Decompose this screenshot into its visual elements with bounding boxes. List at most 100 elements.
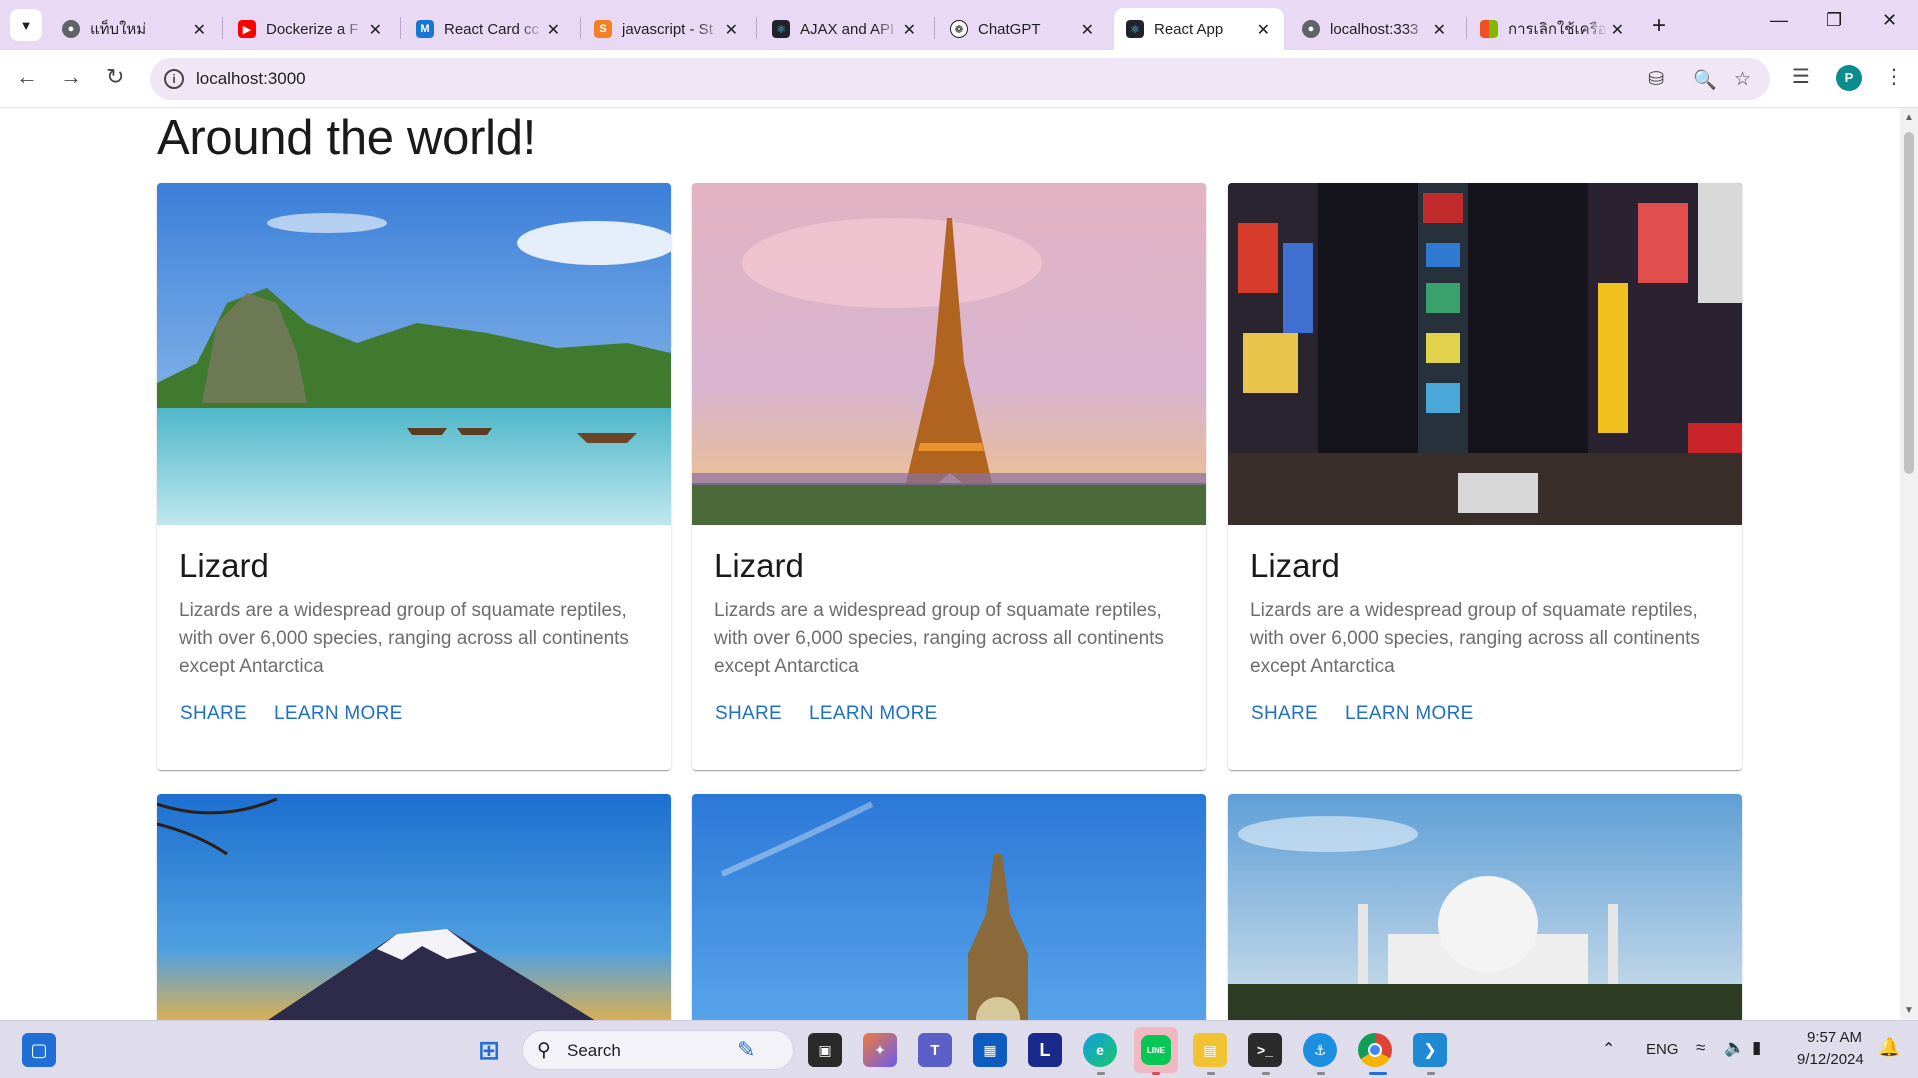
tab-chatgpt[interactable]: ❁ ChatGPT ✕ — [938, 8, 1108, 50]
line-app-button[interactable]: LINE — [1134, 1027, 1178, 1073]
minimize-icon[interactable]: — — [1770, 10, 1788, 31]
card-image-times-square — [1228, 183, 1742, 525]
share-button[interactable]: SHARE — [180, 703, 247, 725]
tab-javascript[interactable]: S javascript - St ✕ — [582, 8, 752, 50]
tab-react-app[interactable]: ⚛ React App ✕ — [1114, 8, 1284, 50]
card-taj-mahal — [1228, 794, 1742, 1020]
l-app-icon[interactable]: L — [1028, 1033, 1062, 1067]
tab-label: แท็บใหม่ — [90, 21, 147, 38]
scroll-up-icon[interactable]: ▲ — [1904, 112, 1914, 123]
more-menu-icon[interactable]: ⋮ — [1884, 64, 1904, 89]
close-icon[interactable]: ✕ — [1611, 20, 1624, 40]
tab-label: React App — [1154, 20, 1224, 38]
task-view-icon[interactable]: ▣ — [808, 1033, 842, 1067]
tab-dockerize[interactable]: ▶ Dockerize a F ✕ — [226, 8, 396, 50]
back-icon[interactable]: ← — [16, 64, 38, 90]
profile-avatar[interactable]: P — [1836, 65, 1862, 91]
address-bar[interactable]: i localhost:3000 ⛁ 🔍 ☆ — [150, 58, 1770, 100]
widgets-icon[interactable]: ▢ — [22, 1033, 56, 1067]
scroll-thumb[interactable] — [1904, 132, 1914, 474]
zoom-icon[interactable]: 🔍 — [1693, 68, 1717, 92]
windows-start-icon[interactable]: ⊞ — [472, 1033, 506, 1067]
card-title: Lizard — [179, 547, 269, 584]
scroll-down-icon[interactable]: ▼ — [1904, 1005, 1914, 1016]
stackoverflow-icon: S — [594, 20, 612, 38]
wifi-icon[interactable]: ≈ — [1696, 1038, 1705, 1058]
close-icon[interactable]: ✕ — [1257, 20, 1270, 40]
tab-search-button[interactable]: ▼ — [10, 9, 42, 41]
line-icon: LINE — [1141, 1035, 1171, 1065]
close-icon[interactable]: ✕ — [1081, 20, 1094, 40]
learn-more-button[interactable]: LEARN MORE — [1345, 703, 1474, 725]
vscode-icon[interactable]: ❯ — [1413, 1033, 1447, 1067]
share-button[interactable]: SHARE — [715, 703, 782, 725]
tray-chevron-up-icon[interactable]: ⌃ — [1602, 1039, 1615, 1059]
battery-icon[interactable]: ▮ — [1752, 1038, 1761, 1058]
l-app-label: L — [1039, 1039, 1051, 1060]
learn-more-button[interactable]: LEARN MORE — [274, 703, 403, 725]
teams-icon[interactable]: T — [918, 1033, 952, 1067]
card-title: Lizard — [1250, 547, 1340, 584]
taskbar-search[interactable]: ⚲ Search ✎ — [522, 1030, 794, 1070]
clock-date[interactable]: 9/12/2024 — [1797, 1051, 1864, 1068]
tab-separator — [1466, 17, 1467, 39]
tab-label: การเลิกใช้เครือ — [1508, 21, 1607, 38]
search-highlight-icon: ✎ — [737, 1037, 756, 1062]
taskbar-search-label: Search — [567, 1041, 621, 1060]
page-scrollbar[interactable]: ▲ ▼ — [1900, 108, 1918, 1020]
learn-more-button[interactable]: LEARN MORE — [809, 703, 938, 725]
card-image-taj-mahal — [1228, 794, 1742, 1020]
card-tropical-island: Lizard Lizards are a widespread group of… — [157, 183, 671, 770]
tab-localhost[interactable]: ● localhost:333 ✕ — [1290, 8, 1460, 50]
close-icon[interactable]: ✕ — [547, 20, 560, 40]
card-description: Lizards are a widespread group of squama… — [714, 600, 1164, 677]
close-icon[interactable]: ✕ — [369, 20, 382, 40]
tab-react-card[interactable]: M React Card cc ✕ — [404, 8, 574, 50]
card-title: Lizard — [714, 547, 804, 584]
install-app-icon[interactable]: ⛁ — [1648, 68, 1664, 91]
globe-icon: ● — [1302, 20, 1320, 38]
clock-time[interactable]: 9:57 AM — [1807, 1029, 1862, 1046]
card-image-eiffel-tower — [692, 183, 1206, 525]
language-indicator[interactable]: ENG — [1646, 1041, 1679, 1058]
tab-label: ChatGPT — [978, 20, 1041, 38]
restore-icon[interactable]: ❐ — [1826, 10, 1842, 31]
share-button[interactable]: SHARE — [1251, 703, 1318, 725]
close-icon[interactable]: ✕ — [903, 20, 916, 40]
openai-icon: ❁ — [950, 20, 968, 38]
react-icon: ⚛ — [1126, 20, 1144, 38]
file-explorer-icon[interactable]: ▤ — [1193, 1033, 1227, 1067]
close-icon[interactable]: ✕ — [1433, 20, 1446, 40]
docker-icon[interactable]: ⚓ — [1303, 1033, 1337, 1067]
browser-toolbar: ← → ↻ i localhost:3000 ⛁ 🔍 ☆ ☰ P ⋮ — [0, 50, 1918, 108]
forward-icon[interactable]: → — [60, 64, 82, 90]
media-control-icon[interactable]: ☰ — [1792, 64, 1810, 89]
terminal-icon[interactable]: >_ — [1248, 1033, 1282, 1067]
tab-separator — [222, 17, 223, 39]
close-icon[interactable]: ✕ — [725, 20, 738, 40]
copilot-icon[interactable]: ✦ — [863, 1033, 897, 1067]
card-times-square: Lizard Lizards are a widespread group of… — [1228, 183, 1742, 770]
window-close-icon[interactable]: ✕ — [1882, 10, 1897, 31]
tab-new-tab[interactable]: ● แท็บใหม่ ✕ — [50, 8, 220, 50]
close-icon[interactable]: ✕ — [193, 20, 206, 40]
chrome-taskbar-icon[interactable] — [1358, 1033, 1392, 1067]
volume-icon[interactable]: 🔈 — [1724, 1038, 1745, 1058]
url-text[interactable]: localhost:3000 — [196, 69, 306, 89]
card-eiffel-tower: Lizard Lizards are a widespread group of… — [692, 183, 1206, 770]
notification-bell-icon[interactable]: 🔔 — [1878, 1037, 1900, 1058]
store-icon[interactable]: ▦ — [973, 1033, 1007, 1067]
tab-ajax[interactable]: ⚛ AJAX and API ✕ — [760, 8, 930, 50]
running-indicator — [1097, 1072, 1105, 1075]
edge-icon[interactable]: e — [1083, 1033, 1117, 1067]
new-tab-button[interactable]: + — [1652, 12, 1666, 40]
search-icon: ⚲ — [537, 1040, 551, 1061]
reload-icon[interactable]: ↻ — [106, 64, 124, 90]
card-image-big-ben — [692, 794, 1206, 1020]
site-info-icon[interactable]: i — [164, 69, 184, 89]
bookmark-star-icon[interactable]: ☆ — [1734, 68, 1751, 91]
tab-microsoft[interactable]: การเลิกใช้เครือ ✕ — [1468, 8, 1638, 50]
card-big-ben — [692, 794, 1206, 1020]
tab-separator — [756, 17, 757, 39]
page-title: Around the world! — [157, 111, 536, 165]
